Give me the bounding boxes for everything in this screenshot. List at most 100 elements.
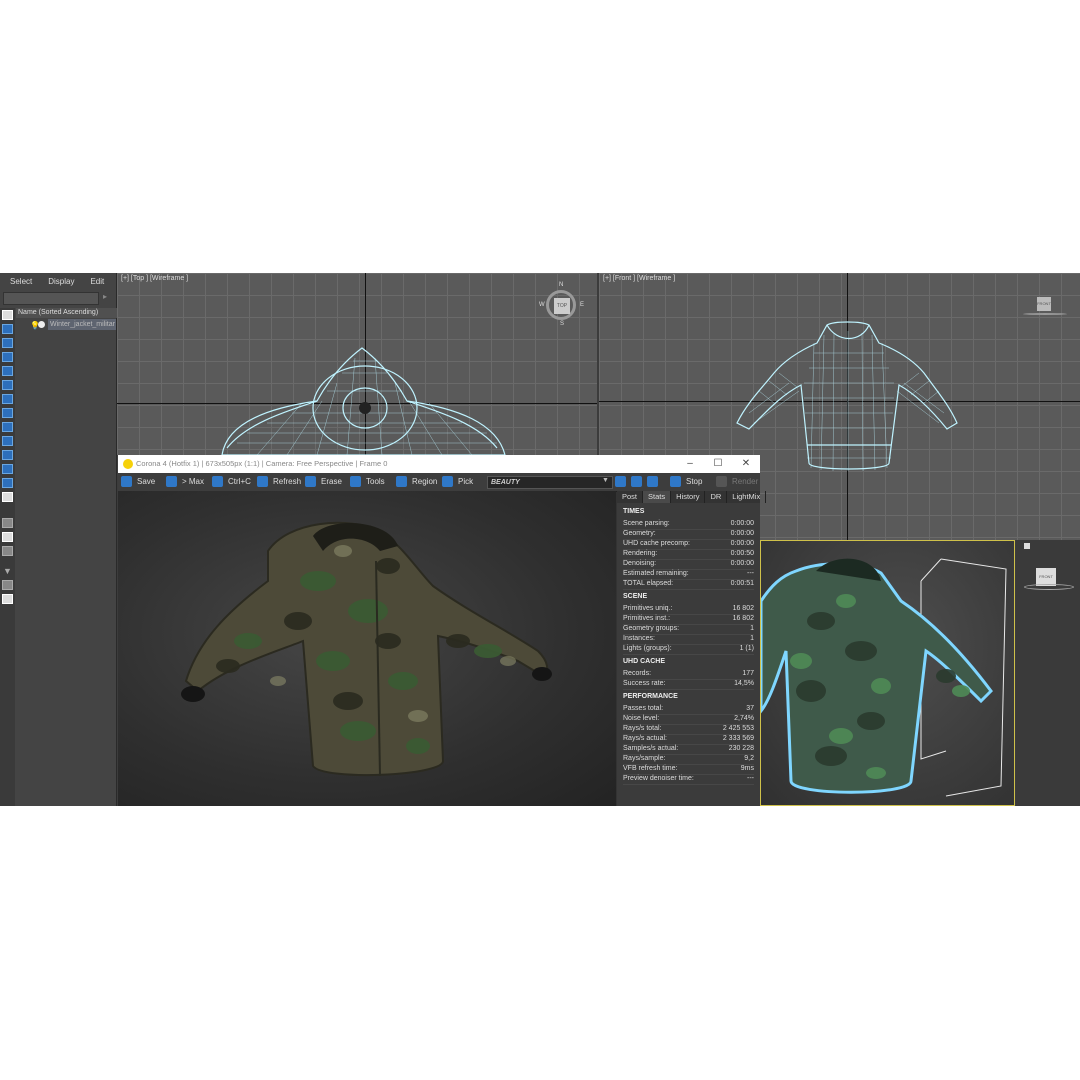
stats-value: --- bbox=[747, 775, 754, 782]
filter-frozen-icon[interactable] bbox=[2, 464, 13, 474]
explorer-search-input[interactable] bbox=[3, 292, 99, 305]
stats-value: 16 802 bbox=[732, 605, 754, 612]
vfb-render-image[interactable] bbox=[118, 491, 616, 806]
menu-select[interactable]: Select bbox=[0, 273, 38, 291]
object-name[interactable]: Winter_jacket_militar bbox=[48, 319, 116, 330]
vfb-titlebar[interactable]: Corona 4 (Hotfix 1) | 673x505px (1:1) | … bbox=[118, 455, 760, 473]
filter-xrefs-icon[interactable] bbox=[2, 422, 13, 432]
stats-key: Rendering: bbox=[623, 550, 658, 557]
menu-edit[interactable]: Edit bbox=[80, 273, 110, 291]
right-cuff bbox=[532, 667, 552, 681]
stats-value: 0:00:00 bbox=[730, 520, 754, 527]
filter-containers-icon[interactable] bbox=[2, 450, 13, 460]
stats-value: 0:00:00 bbox=[730, 560, 754, 567]
region-icon bbox=[396, 476, 407, 487]
zoom-out-icon bbox=[631, 476, 642, 487]
stats-value: 0:00:00 bbox=[730, 540, 754, 547]
stats-key: Rays/s total: bbox=[623, 725, 662, 732]
close-icon[interactable]: ✕ bbox=[732, 455, 760, 473]
stats-key: Rays/sample: bbox=[623, 755, 666, 762]
stats-key: TOTAL elapsed: bbox=[623, 580, 674, 587]
tools-icon bbox=[350, 476, 361, 487]
viewport-perspective[interactable] bbox=[760, 540, 1015, 806]
copy-label: Ctrl+C bbox=[228, 477, 251, 486]
stats-key: UHD cache precomp: bbox=[623, 540, 690, 547]
stop-label: Stop bbox=[686, 477, 703, 486]
region-label: Region bbox=[412, 477, 438, 486]
page-icon[interactable] bbox=[2, 532, 13, 542]
render-channel-select[interactable]: BEAUTY bbox=[487, 476, 613, 489]
stats-key: Primitives uniq.: bbox=[623, 605, 673, 612]
tab-lightmix[interactable]: LightMix bbox=[727, 491, 767, 503]
stats-value: 2,74% bbox=[734, 715, 754, 722]
maximize-icon[interactable]: ☐ bbox=[704, 455, 732, 473]
layer-list-icon[interactable] bbox=[2, 518, 13, 528]
minimize-icon[interactable]: – bbox=[676, 455, 704, 473]
filter-lights-icon[interactable] bbox=[2, 352, 13, 362]
viewcube-ring bbox=[1023, 313, 1067, 315]
stats-key: Estimated remaining: bbox=[623, 570, 689, 577]
copy-icon bbox=[212, 476, 223, 487]
explorer-column-header[interactable]: Name (Sorted Ascending) bbox=[16, 308, 118, 318]
max-icon bbox=[166, 476, 177, 487]
hierarchy-icon[interactable] bbox=[2, 580, 13, 590]
selection-set-icon[interactable] bbox=[2, 594, 13, 604]
filter-groups-icon[interactable] bbox=[2, 408, 13, 418]
filter-helpers-icon[interactable] bbox=[2, 380, 13, 390]
filter-cameras-icon[interactable] bbox=[2, 366, 13, 376]
viewcube-front[interactable]: FRONT bbox=[1037, 297, 1051, 311]
save-icon bbox=[121, 476, 132, 487]
display-all-icon[interactable] bbox=[2, 492, 13, 502]
filter-geometry-icon[interactable] bbox=[2, 324, 13, 334]
stop-icon bbox=[670, 476, 681, 487]
jacket-rendered-image bbox=[181, 521, 552, 777]
search-options-icon[interactable]: ▸ bbox=[103, 292, 107, 301]
stats-row: Lights (groups): 1 (1) bbox=[623, 644, 754, 655]
stats-key: Passes total: bbox=[623, 705, 664, 712]
viewcube-compass[interactable]: TOP N S E W bbox=[539, 282, 584, 327]
stats-value: 230 228 bbox=[728, 745, 754, 752]
layer-icon[interactable] bbox=[2, 546, 13, 556]
explorer-row-object[interactable]: 💡 Winter_jacket_militar bbox=[30, 319, 116, 330]
stats-row: TOTAL elapsed: 0:00:51 bbox=[623, 579, 754, 590]
scene-explorer: Select Display Edit ▸ ▼ Name (Sorted Asc… bbox=[0, 273, 118, 806]
tab-history[interactable]: History bbox=[671, 491, 706, 503]
filter-shapes-icon[interactable] bbox=[2, 338, 13, 348]
filter-spacewarps-icon[interactable] bbox=[2, 394, 13, 404]
tools-label: Tools bbox=[366, 477, 385, 486]
stats-row: Preview denoiser time: --- bbox=[623, 774, 754, 785]
lock-icon[interactable] bbox=[1024, 543, 1030, 549]
stats-section-scene-title: SCENE bbox=[623, 593, 648, 600]
pick-label: Pick bbox=[458, 477, 474, 486]
vfb-stats-panel: Post Stats History DR LightMix TIMES Scen… bbox=[617, 491, 767, 806]
stats-value: 16 802 bbox=[732, 615, 754, 622]
viewcube-ring bbox=[1024, 584, 1074, 590]
pick-icon bbox=[442, 476, 453, 487]
visibility-icon[interactable] bbox=[38, 321, 45, 328]
compass-w: W bbox=[539, 302, 545, 308]
jacket-render-perspective[interactable] bbox=[761, 541, 1015, 806]
chevron-down-icon[interactable]: ▼ bbox=[602, 477, 609, 484]
filter-bones-icon[interactable] bbox=[2, 436, 13, 446]
viewcube-top[interactable]: TOP bbox=[554, 298, 570, 314]
stats-key: Rays/s actual: bbox=[623, 735, 667, 742]
viewport-top[interactable]: [+] [Top ] [Wireframe ] TOP N S E W bbox=[117, 273, 597, 455]
tab-stats[interactable]: Stats bbox=[643, 491, 672, 503]
filter-icon[interactable]: ▼ bbox=[2, 566, 13, 576]
stats-value: 2 333 569 bbox=[722, 735, 754, 742]
display-none-icon[interactable] bbox=[2, 310, 13, 320]
zoom-fit-icon bbox=[647, 476, 658, 487]
stats-value: 177 bbox=[742, 670, 754, 677]
vfb-title-text: Corona 4 (Hotfix 1) | 673x505px (1:1) | … bbox=[136, 459, 388, 468]
corona-vfb-window[interactable]: Corona 4 (Hotfix 1) | 673x505px (1:1) | … bbox=[118, 455, 767, 806]
tab-post[interactable]: Post bbox=[617, 491, 644, 503]
stats-section-uhd-title: UHD CACHE bbox=[623, 658, 665, 665]
vfb-tabs: Post Stats History DR LightMix bbox=[617, 491, 767, 503]
jacket-wireframe-top[interactable] bbox=[117, 273, 597, 455]
stats-value: --- bbox=[747, 570, 754, 577]
tab-dr[interactable]: DR bbox=[705, 491, 728, 503]
filter-hidden-icon[interactable] bbox=[2, 478, 13, 488]
refresh-label: Refresh bbox=[273, 477, 302, 486]
stats-value: 2 425 553 bbox=[722, 725, 754, 732]
menu-display[interactable]: Display bbox=[38, 273, 80, 291]
